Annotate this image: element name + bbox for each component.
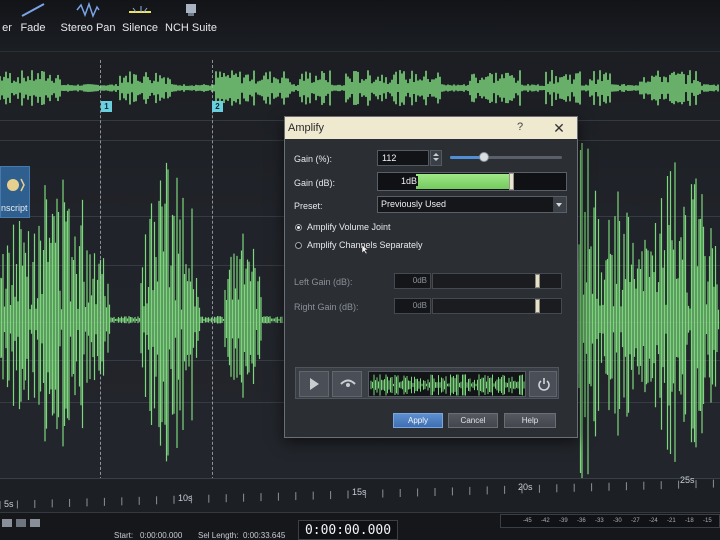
nch-suite-button[interactable]: NCH Suite bbox=[165, 0, 217, 52]
eye-icon bbox=[340, 379, 356, 387]
reset-button[interactable] bbox=[529, 371, 557, 397]
gain-db-label: Gain (dB): bbox=[294, 178, 336, 188]
meter-tick-label: -42 bbox=[541, 518, 550, 524]
gain-percent-slider[interactable] bbox=[450, 152, 562, 162]
toolbar-label: er bbox=[2, 22, 12, 34]
help-button[interactable]: Help bbox=[504, 413, 556, 428]
meter-tick-label: -45 bbox=[523, 518, 532, 524]
nch-suite-icon bbox=[186, 4, 196, 16]
marker-flag-1[interactable]: 1 bbox=[101, 101, 112, 112]
meter-tick-label: -39 bbox=[559, 518, 568, 524]
transcript-tab-label: nscript bbox=[1, 203, 28, 213]
left-gain-input[interactable]: 0dB bbox=[394, 273, 431, 289]
sel-length-label: Sel Length: bbox=[198, 531, 239, 540]
left-gain-handle[interactable] bbox=[535, 274, 541, 288]
gain-percent-input[interactable]: 112 bbox=[377, 150, 429, 166]
toolbar-label: NCH Suite bbox=[165, 22, 217, 34]
transcript-icon bbox=[7, 178, 25, 192]
meter-tick-label: -21 bbox=[667, 518, 676, 524]
amplify-dialog: Amplify ? ✕ Gain (%): 112 Gain (dB): 1dB… bbox=[284, 116, 578, 438]
meter-tick-label: -30 bbox=[613, 518, 622, 524]
ruler-ticks bbox=[0, 479, 714, 509]
close-icon[interactable]: ✕ bbox=[547, 118, 571, 138]
power-icon bbox=[538, 378, 550, 391]
right-gain-input[interactable]: 0dB bbox=[394, 298, 431, 314]
meter-tick-label: -36 bbox=[577, 518, 586, 524]
toolbar-effect-button[interactable]: er bbox=[0, 0, 14, 52]
meter-tick-label: -15 bbox=[703, 518, 712, 524]
meter-tick-label: -27 bbox=[631, 518, 640, 524]
marker-line-2[interactable] bbox=[212, 60, 213, 490]
timecode-display: 0:00:00.000 bbox=[298, 520, 398, 540]
fade-button[interactable]: Fade bbox=[18, 0, 48, 52]
radio-button[interactable] bbox=[295, 242, 302, 249]
stereo-pan-icon bbox=[76, 2, 100, 18]
gain-percent-spinner[interactable] bbox=[430, 150, 442, 166]
marker-line-1[interactable] bbox=[100, 60, 101, 490]
meter-tick-label: -18 bbox=[685, 518, 694, 524]
preset-label: Preset: bbox=[294, 201, 323, 211]
cancel-button[interactable]: Cancel bbox=[448, 413, 498, 428]
tool-icons bbox=[2, 519, 40, 527]
fade-icon bbox=[21, 3, 45, 17]
preset-value: Previously Used bbox=[381, 199, 447, 209]
marker-flag-2[interactable]: 2 bbox=[212, 101, 223, 112]
play-icon bbox=[310, 378, 319, 390]
radio-button[interactable] bbox=[295, 224, 302, 231]
help-icon[interactable]: ? bbox=[517, 121, 523, 133]
start-value: 0:00:00.000 bbox=[140, 531, 183, 540]
timeline-ruler[interactable]: 5s 10s 15s 20s 25s bbox=[0, 475, 720, 512]
mouse-cursor-icon bbox=[361, 245, 369, 255]
silence-button[interactable]: Silence bbox=[122, 0, 158, 52]
dialog-titlebar[interactable]: Amplify ? ✕ bbox=[285, 117, 577, 139]
left-gain-slider[interactable] bbox=[432, 273, 562, 289]
sel-length-value: 0:00:33.645 bbox=[243, 531, 286, 540]
toolbar-label: Fade bbox=[20, 22, 46, 34]
gain-percent-label: Gain (%): bbox=[294, 154, 333, 164]
toolbar-label: Silence bbox=[121, 22, 159, 34]
level-meter: -45 -42 -39 -36 -33 -30 -27 -24 -21 -18 -15 bbox=[500, 514, 720, 528]
spin-down-icon[interactable] bbox=[433, 158, 439, 161]
transcript-tab[interactable]: nscript bbox=[0, 166, 30, 218]
preview-waveform[interactable] bbox=[368, 371, 526, 397]
radio-label: Amplify Volume Joint bbox=[307, 222, 391, 232]
spin-up-icon[interactable] bbox=[433, 153, 439, 156]
silence-icon bbox=[129, 6, 151, 13]
gain-db-control[interactable]: 1dB bbox=[377, 172, 567, 191]
right-gain-slider[interactable] bbox=[432, 298, 562, 314]
dialog-title: Amplify bbox=[288, 122, 325, 134]
start-label: Start: bbox=[114, 531, 134, 540]
right-gain-handle[interactable] bbox=[535, 299, 541, 313]
slider-thumb[interactable] bbox=[478, 152, 489, 162]
apply-button[interactable]: Apply bbox=[393, 413, 443, 428]
toolbar-label: Stereo Pan bbox=[60, 22, 116, 34]
preset-select[interactable]: Previously Used bbox=[377, 196, 567, 213]
app-window: { "toolbar": { "items": [ {"label": "er"… bbox=[0, 0, 720, 540]
meter-tick-label: -33 bbox=[595, 518, 604, 524]
meter-tick-label: -24 bbox=[649, 518, 658, 524]
chevron-down-icon[interactable] bbox=[553, 197, 566, 212]
right-gain-label: Right Gain (dB): bbox=[294, 302, 359, 312]
gain-db-handle[interactable] bbox=[509, 173, 514, 190]
gain-db-fill bbox=[416, 174, 509, 189]
preview-panel bbox=[295, 367, 559, 399]
play-button[interactable] bbox=[299, 371, 329, 397]
gain-db-value[interactable]: 1dB bbox=[400, 176, 419, 186]
left-gain-label: Left Gain (dB): bbox=[294, 277, 353, 287]
toolbar: er Fade Stereo Pan Silence NCH Suite bbox=[0, 0, 720, 52]
compare-button[interactable] bbox=[332, 371, 362, 397]
stereo-pan-button[interactable]: Stereo Pan bbox=[60, 0, 116, 52]
